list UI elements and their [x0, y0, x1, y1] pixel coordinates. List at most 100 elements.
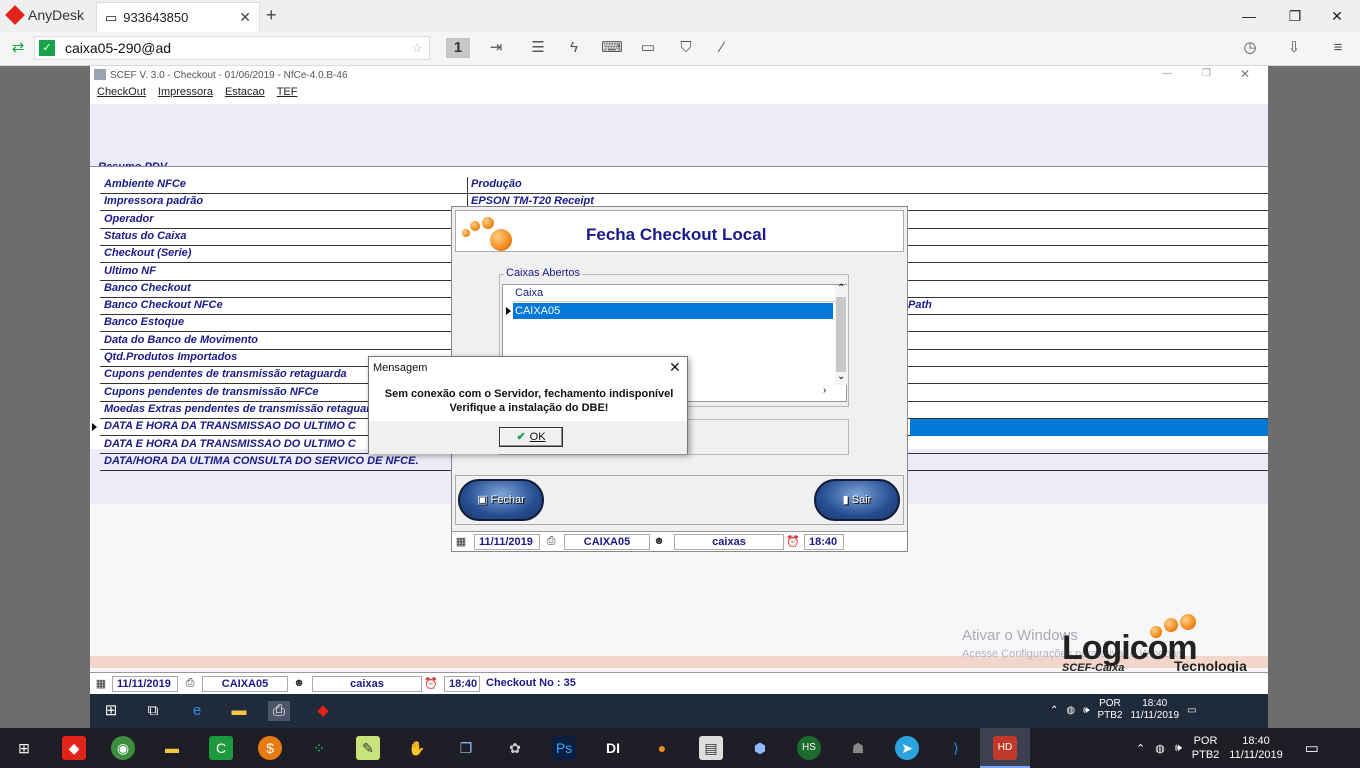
download-icon[interactable]: ⇩: [1282, 38, 1306, 58]
calendar-icon: ▦: [455, 536, 467, 548]
network-icon[interactable]: ◍: [1155, 742, 1165, 755]
tray-up-icon[interactable]: ⌃: [1050, 705, 1058, 716]
row-indicator-icon: [506, 307, 511, 315]
task-view-icon[interactable]: ⧉: [142, 701, 164, 721]
column-separator: [467, 177, 468, 194]
remote-taskbar: ⊞ ⧉ e ▬ ⎙ ◆ ⌃ ◍ 🕪 POR PTB2 18:40 11/11/201…: [90, 694, 1268, 728]
list-header-caixa[interactable]: Caixa: [513, 285, 835, 302]
restore-icon[interactable]: ❐: [1272, 4, 1318, 28]
address-field[interactable]: ✓ caixa05-290@ad ☆: [34, 36, 430, 60]
menu-tef[interactable]: TEF: [277, 86, 298, 104]
vscode-icon[interactable]: ⟩: [944, 736, 968, 760]
session-tab[interactable]: ▭ 933643850 ✕: [96, 2, 260, 32]
menu-estacao[interactable]: Estacao: [225, 86, 265, 104]
row-label: DATA E HORA DA TRANSMISSAO DO ULTIMO C: [104, 437, 356, 450]
scroll-right-icon[interactable]: ›: [823, 385, 826, 396]
row-label: Status do Caixa: [104, 229, 187, 242]
list-item[interactable]: CAIXA05: [513, 303, 833, 319]
remote-lang[interactable]: POR PTB2: [1097, 698, 1122, 722]
lightning-icon[interactable]: ϟ: [562, 38, 586, 58]
menu-checkout[interactable]: CheckOut: [97, 86, 146, 104]
paint-icon[interactable]: ✿: [503, 736, 527, 760]
mensagem-line-1: Sem conexão com o Servidor, fechamento i…: [384, 388, 674, 400]
di-icon[interactable]: DI: [601, 736, 625, 760]
volume-icon[interactable]: 🕪: [1175, 742, 1182, 755]
pen-icon[interactable]: ∕: [710, 38, 734, 58]
scroll-down-icon[interactable]: ⌄: [837, 371, 845, 382]
tray-up-icon[interactable]: ⌃: [1136, 742, 1145, 755]
calendar-icon: ▦: [95, 678, 107, 690]
camtasia-icon[interactable]: C: [209, 736, 233, 760]
local-taskbar: ⊞ ◆ ◉ ▬ C $ ⁘ ✎ ✋ ❐ ✿ Ps DI ● ▤ ⬢ HS ☗ ➤…: [0, 728, 1360, 768]
box-icon[interactable]: ⬢: [748, 736, 772, 760]
hd-app-icon[interactable]: HD: [993, 736, 1017, 760]
fecha-title: Fecha Checkout Local: [586, 225, 767, 244]
history-icon[interactable]: ◷: [1238, 38, 1262, 58]
logicom-icon[interactable]: ●: [650, 736, 674, 760]
shield-icon[interactable]: ⛉: [674, 38, 698, 58]
row-value: Produção: [471, 178, 522, 190]
scef-minimize-icon[interactable]: —: [1162, 68, 1172, 79]
anydesk-logo: AnyDesk: [5, 5, 85, 25]
ok-button[interactable]: ✔ OK: [499, 427, 563, 447]
edge-icon[interactable]: e: [186, 701, 208, 721]
windows-start-icon[interactable]: ⊞: [12, 736, 36, 760]
file-explorer-icon[interactable]: ▬: [228, 701, 250, 721]
notification-icon[interactable]: ▭: [1305, 739, 1319, 757]
scef-app-icon[interactable]: ⎙: [268, 701, 290, 721]
fechar-button[interactable]: ▣ Fechar: [458, 479, 544, 521]
sair-button[interactable]: ▮ Sair: [814, 479, 900, 521]
status-checkout-no: Checkout No : 35: [486, 677, 576, 689]
local-clock[interactable]: 18:40 11/11/2019: [1229, 734, 1282, 762]
logo-orb: [1164, 618, 1178, 632]
favorite-star-icon[interactable]: ☆: [411, 40, 429, 56]
notification-icon[interactable]: ▭: [1187, 705, 1196, 716]
scef-restore-icon[interactable]: ❐: [1202, 68, 1211, 79]
installer-icon[interactable]: ▤: [699, 736, 723, 760]
keyboard-icon[interactable]: ⌨: [600, 38, 624, 58]
windows-start-icon[interactable]: ⊞: [100, 701, 122, 721]
volume-icon[interactable]: 🕪: [1083, 705, 1089, 716]
row-label: Qtd.Produtos Importados: [104, 351, 238, 363]
app-name: AnyDesk: [28, 7, 85, 23]
row-label: Banco Estoque: [104, 316, 185, 329]
fecha-status-time: 18:40: [804, 534, 844, 550]
monitor-number-badge[interactable]: 1: [446, 38, 470, 58]
transfer-icon[interactable]: ⇥: [484, 38, 508, 58]
tab-label: 933643850: [123, 10, 189, 25]
remote-clock[interactable]: 18:40 11/11/2019: [1130, 698, 1179, 722]
fechar-label: Fechar: [490, 494, 525, 506]
anydesk-icon[interactable]: ◆: [62, 736, 86, 760]
chrome-icon[interactable]: ◉: [111, 736, 135, 760]
row-indicator-icon: [92, 423, 97, 432]
local-lang[interactable]: POR PTB2: [1192, 734, 1220, 762]
menu-impressora[interactable]: Impressora: [158, 86, 213, 104]
hs-icon[interactable]: HS: [797, 736, 821, 760]
anydesk-icon[interactable]: ◆: [312, 701, 334, 721]
file-explorer-icon[interactable]: ▬: [160, 736, 184, 760]
new-tab-icon[interactable]: +: [266, 5, 277, 26]
remote-desktop: SCEF V. 3.0 - Checkout - 01/06/2019 - Nf…: [90, 66, 1268, 728]
photoshop-icon[interactable]: Ps: [552, 736, 576, 760]
minimize-icon[interactable]: —: [1226, 4, 1272, 28]
hands-icon[interactable]: ✋: [405, 736, 429, 760]
close-tab-icon[interactable]: ✕: [239, 9, 251, 26]
list-scrollbar-thumb[interactable]: [836, 297, 846, 372]
scef-close-icon[interactable]: ✕: [1240, 67, 1250, 81]
files-icon[interactable]: ❐: [454, 736, 478, 760]
slack-icon[interactable]: ⁘: [307, 736, 331, 760]
scroll-up-icon[interactable]: ⌃: [837, 283, 845, 294]
mensagem-close-icon[interactable]: ✕: [669, 359, 681, 376]
user-icon[interactable]: ☗: [846, 736, 870, 760]
mensagem-dialog: Mensagem ✕ Sem conexão com o Servidor, f…: [368, 356, 688, 454]
chat-icon[interactable]: ☰: [526, 38, 550, 58]
mensagem-line-2: Verifique a instalação do DBE!: [449, 402, 609, 414]
close-window-icon[interactable]: ✕: [1314, 4, 1360, 28]
display-icon[interactable]: ▭: [636, 38, 660, 58]
notepad-icon[interactable]: ✎: [356, 736, 380, 760]
money-app-icon[interactable]: $: [258, 736, 282, 760]
table-row[interactable]: Ambiente NFCe Produção: [100, 177, 1268, 194]
telegram-icon[interactable]: ➤: [895, 736, 919, 760]
menu-icon[interactable]: ≡: [1326, 38, 1350, 58]
network-icon[interactable]: ◍: [1066, 705, 1075, 716]
